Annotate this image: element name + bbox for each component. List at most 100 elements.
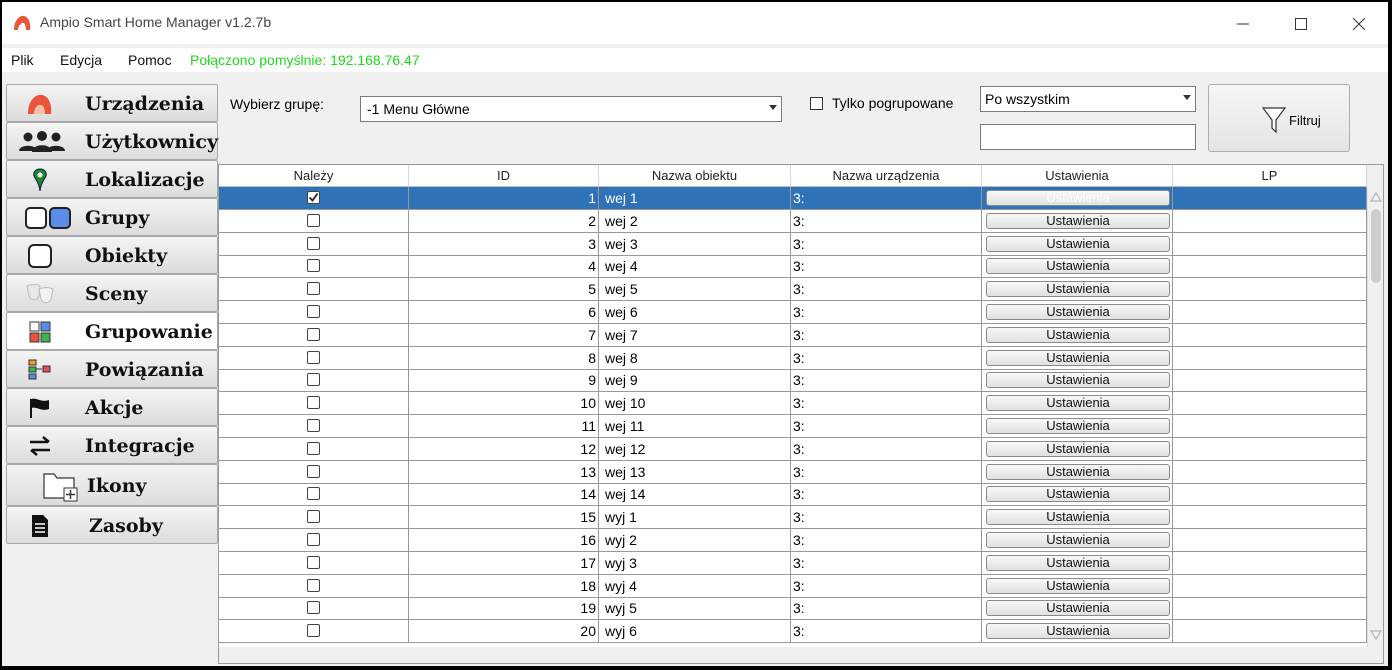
grouped-only-checkbox[interactable] [810,97,823,110]
table-row[interactable]: 19 wyj 5 3: Ustawienia [219,597,1367,621]
cell-object-name[interactable]: wej 8 [599,346,791,370]
vertical-scrollbar[interactable] [1367,187,1383,647]
cell-lp[interactable] [1173,209,1367,233]
table-row[interactable]: 12 wej 12 3: Ustawienia [219,437,1367,461]
cell-object-name[interactable]: wej 13 [599,460,791,484]
settings-button[interactable]: Ustawienia [986,190,1170,206]
cell-object-name[interactable]: wej 14 [599,483,791,507]
settings-button[interactable]: Ustawienia [986,440,1170,457]
filter-button[interactable]: Filtruj [1208,84,1350,152]
cell-object-name[interactable]: wyj 6 [599,620,791,644]
column-header-object-name[interactable]: Nazwa obiektu [599,165,791,187]
cell-lp[interactable] [1173,460,1367,484]
sort-select[interactable]: Po wszystkim [980,86,1196,112]
sidebar-item-powiazania[interactable]: Powiązania [6,350,218,388]
sidebar-item-integracje[interactable]: Integracje [6,426,218,464]
settings-button[interactable]: Ustawienia [986,212,1170,229]
cell-object-name[interactable]: wej 2 [599,209,791,233]
cell-object-name[interactable]: wej 12 [599,437,791,461]
cell-object-name[interactable]: wyj 3 [599,551,791,575]
row-checkbox[interactable] [307,373,320,387]
cell-lp[interactable] [1173,278,1367,302]
cell-lp[interactable] [1173,187,1367,210]
settings-button[interactable]: Ustawienia [986,600,1170,617]
cell-object-name[interactable]: wej 6 [599,301,791,324]
table-row[interactable]: 1 wej 1 3: Ustawienia [219,187,1367,210]
table-row[interactable]: 13 wej 13 3: Ustawienia [219,460,1367,484]
settings-button[interactable]: Ustawienia [986,463,1170,480]
column-header-lp[interactable]: LP [1173,165,1367,187]
minimize-button[interactable] [1220,8,1266,40]
settings-button[interactable]: Ustawienia [986,532,1170,548]
table-row[interactable]: 6 wej 6 3: Ustawienia [219,301,1367,324]
cell-lp[interactable] [1173,620,1367,644]
cell-object-name[interactable]: wej 3 [599,232,791,256]
cell-lp[interactable] [1173,346,1367,370]
sidebar-item-grupowanie[interactable]: Grupowanie [6,312,218,350]
cell-lp[interactable] [1173,301,1367,324]
table-row[interactable]: 8 wej 8 3: Ustawienia [219,346,1367,370]
table-row[interactable]: 18 wyj 4 3: Ustawienia [219,574,1367,598]
sidebar-item-grupy[interactable]: Grupy [6,198,218,236]
filter-input[interactable] [980,124,1196,150]
settings-button[interactable]: Ustawienia [986,349,1170,366]
scroll-down-icon[interactable] [1370,629,1382,641]
scrollbar-thumb[interactable] [1371,209,1381,283]
sidebar-item-ikony[interactable]: Ikony [6,464,218,506]
cell-object-name[interactable]: wej 10 [599,392,791,416]
cell-lp[interactable] [1173,369,1367,393]
row-checkbox[interactable] [307,350,320,364]
cell-object-name[interactable]: wyj 4 [599,574,791,598]
cell-lp[interactable] [1173,483,1367,507]
cell-object-name[interactable]: wej 11 [599,415,791,438]
row-checkbox[interactable] [307,601,320,615]
cell-object-name[interactable]: wej 1 [599,187,791,210]
menu-edycja[interactable]: Edycja [60,52,102,68]
table-row[interactable]: 9 wej 9 3: Ustawienia [219,369,1367,393]
cell-lp[interactable] [1173,323,1367,347]
table-row[interactable]: 16 wyj 2 3: Ustawienia [219,529,1367,552]
sidebar-item-urzadzenia[interactable]: Urządzenia [6,84,218,122]
cell-object-name[interactable]: wyj 2 [599,529,791,552]
table-row[interactable]: 4 wej 4 3: Ustawienia [219,255,1367,279]
settings-button[interactable]: Ustawienia [986,258,1170,275]
scroll-up-icon[interactable] [1370,191,1382,203]
row-checkbox[interactable] [307,305,320,318]
table-row[interactable]: 10 wej 10 3: Ustawienia [219,392,1367,416]
cell-object-name[interactable]: wyj 5 [599,597,791,621]
row-checkbox[interactable] [307,510,320,524]
settings-button[interactable]: Ustawienia [986,235,1170,252]
cell-lp[interactable] [1173,597,1367,621]
horizontal-scrollbar[interactable] [219,647,1383,663]
row-checkbox[interactable] [307,624,320,638]
table-row[interactable]: 2 wej 2 3: Ustawienia [219,209,1367,233]
cell-object-name[interactable]: wyj 1 [599,506,791,530]
sidebar-item-sceny[interactable]: Sceny [6,274,218,312]
row-checkbox[interactable] [307,236,320,250]
cell-object-name[interactable]: wej 4 [599,255,791,279]
cell-lp[interactable] [1173,255,1367,279]
row-checkbox[interactable] [307,578,320,592]
table-row[interactable]: 5 wej 5 3: Ustawienia [219,278,1367,302]
cell-lp[interactable] [1173,232,1367,256]
cell-object-name[interactable]: wej 7 [599,323,791,347]
table-row[interactable]: 17 wyj 3 3: Ustawienia [219,551,1367,575]
cell-lp[interactable] [1173,529,1367,552]
row-checkbox[interactable] [307,555,320,569]
cell-lp[interactable] [1173,392,1367,416]
table-row[interactable]: 15 wyj 1 3: Ustawienia [219,506,1367,530]
column-header-device-name[interactable]: Nazwa urządzenia [791,165,982,187]
settings-button[interactable]: Ustawienia [986,577,1170,594]
row-checkbox[interactable] [307,191,320,204]
settings-button[interactable]: Ustawienia [986,304,1170,320]
column-header-id[interactable]: ID [409,165,599,187]
settings-button[interactable]: Ustawienia [986,395,1170,412]
cell-object-name[interactable]: wej 5 [599,278,791,302]
table-row[interactable]: 7 wej 7 3: Ustawienia [219,323,1367,347]
sidebar-item-zasoby[interactable]: Zasoby [6,506,218,544]
table-row[interactable]: 11 wej 11 3: Ustawienia [219,415,1367,438]
settings-button[interactable]: Ustawienia [986,372,1170,389]
maximize-button[interactable] [1278,8,1324,40]
row-checkbox[interactable] [307,282,320,296]
column-header-nalezy[interactable]: Należy [219,165,409,187]
